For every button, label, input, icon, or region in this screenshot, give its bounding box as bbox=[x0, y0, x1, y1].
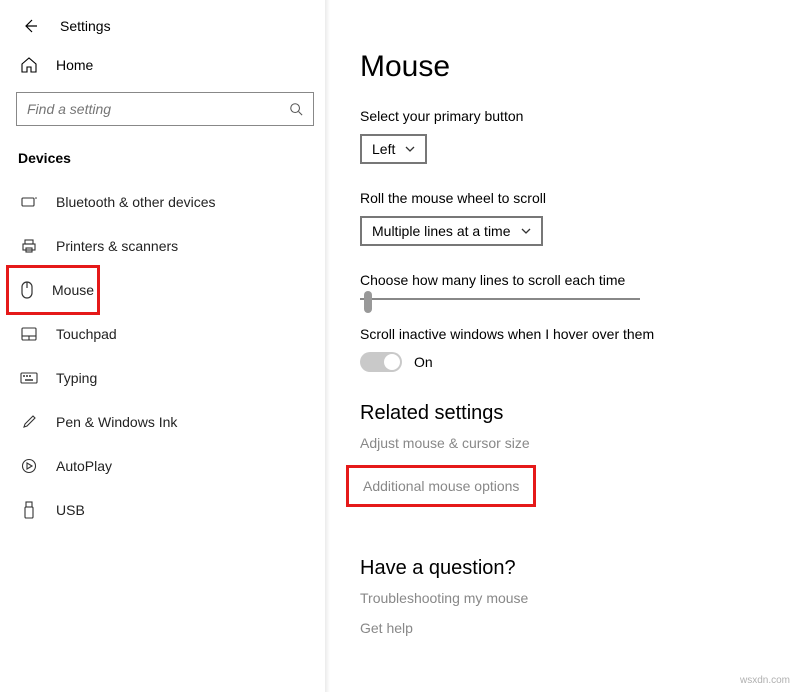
header: Settings bbox=[0, 0, 330, 46]
usb-icon bbox=[20, 501, 38, 519]
home-label: Home bbox=[56, 57, 93, 73]
sidebar-item-mouse[interactable]: Mouse bbox=[6, 265, 100, 315]
inactive-windows-label: Scroll inactive windows when I hover ove… bbox=[360, 326, 770, 342]
home-nav[interactable]: Home bbox=[0, 46, 330, 84]
sidebar-item-printers[interactable]: Printers & scanners bbox=[0, 224, 330, 268]
scroll-lines-setting: Choose how many lines to scroll each tim… bbox=[360, 272, 770, 300]
main-content: Mouse Select your primary button Left Ro… bbox=[330, 0, 800, 692]
category-label: Devices bbox=[0, 144, 330, 180]
watermark: wsxdn.com bbox=[740, 675, 790, 686]
printer-icon bbox=[20, 237, 38, 255]
search-box[interactable] bbox=[16, 92, 314, 126]
toggle-state: On bbox=[414, 354, 433, 370]
sidebar-item-label: AutoPlay bbox=[56, 458, 112, 474]
scroll-wheel-label: Roll the mouse wheel to scroll bbox=[360, 190, 770, 206]
sidebar-item-usb[interactable]: USB bbox=[0, 488, 330, 532]
touchpad-icon bbox=[20, 325, 38, 343]
sidebar: Settings Home Devices Bluetooth & other … bbox=[0, 0, 330, 692]
dropdown-value: Multiple lines at a time bbox=[372, 223, 511, 239]
inactive-windows-toggle[interactable] bbox=[360, 352, 402, 372]
get-help-link[interactable]: Get help bbox=[360, 620, 770, 636]
sidebar-item-label: Mouse bbox=[52, 282, 94, 298]
scroll-wheel-setting: Roll the mouse wheel to scroll Multiple … bbox=[360, 190, 770, 246]
sidebar-item-label: Touchpad bbox=[56, 326, 117, 342]
scroll-lines-slider[interactable] bbox=[360, 298, 640, 300]
related-settings-heading: Related settings bbox=[360, 402, 770, 425]
troubleshooting-link[interactable]: Troubleshooting my mouse bbox=[360, 590, 770, 606]
primary-button-label: Select your primary button bbox=[360, 108, 770, 124]
sidebar-item-touchpad[interactable]: Touchpad bbox=[0, 312, 330, 356]
app-title: Settings bbox=[60, 18, 111, 34]
adjust-mouse-cursor-link[interactable]: Adjust mouse & cursor size bbox=[360, 435, 770, 451]
home-icon bbox=[20, 56, 38, 74]
chevron-down-icon bbox=[395, 146, 415, 152]
question-heading: Have a question? bbox=[360, 557, 770, 580]
sidebar-item-label: USB bbox=[56, 502, 85, 518]
back-button[interactable] bbox=[20, 16, 40, 36]
search-input[interactable] bbox=[27, 101, 289, 117]
bluetooth-icon bbox=[20, 193, 38, 211]
inactive-windows-setting: Scroll inactive windows when I hover ove… bbox=[360, 326, 770, 372]
additional-mouse-options-link[interactable]: Additional mouse options bbox=[346, 465, 536, 507]
pen-icon bbox=[20, 413, 38, 431]
slider-thumb[interactable] bbox=[364, 291, 372, 313]
search-icon bbox=[289, 102, 303, 116]
mouse-icon bbox=[20, 281, 34, 299]
autoplay-icon bbox=[20, 457, 38, 475]
sidebar-item-label: Typing bbox=[56, 370, 97, 386]
sidebar-item-bluetooth[interactable]: Bluetooth & other devices bbox=[0, 180, 330, 224]
dropdown-value: Left bbox=[372, 141, 395, 157]
scroll-lines-label: Choose how many lines to scroll each tim… bbox=[360, 272, 770, 288]
page-title: Mouse bbox=[360, 50, 770, 84]
sidebar-item-autoplay[interactable]: AutoPlay bbox=[0, 444, 330, 488]
keyboard-icon bbox=[20, 369, 38, 387]
primary-button-setting: Select your primary button Left bbox=[360, 108, 770, 164]
sidebar-item-label: Bluetooth & other devices bbox=[56, 194, 216, 210]
primary-button-dropdown[interactable]: Left bbox=[360, 134, 427, 164]
back-arrow-icon bbox=[22, 18, 38, 34]
chevron-down-icon bbox=[511, 228, 531, 234]
scroll-wheel-dropdown[interactable]: Multiple lines at a time bbox=[360, 216, 543, 246]
sidebar-item-pen[interactable]: Pen & Windows Ink bbox=[0, 400, 330, 444]
sidebar-item-typing[interactable]: Typing bbox=[0, 356, 330, 400]
toggle-knob bbox=[384, 354, 400, 370]
sidebar-item-label: Pen & Windows Ink bbox=[56, 414, 177, 430]
sidebar-item-label: Printers & scanners bbox=[56, 238, 178, 254]
